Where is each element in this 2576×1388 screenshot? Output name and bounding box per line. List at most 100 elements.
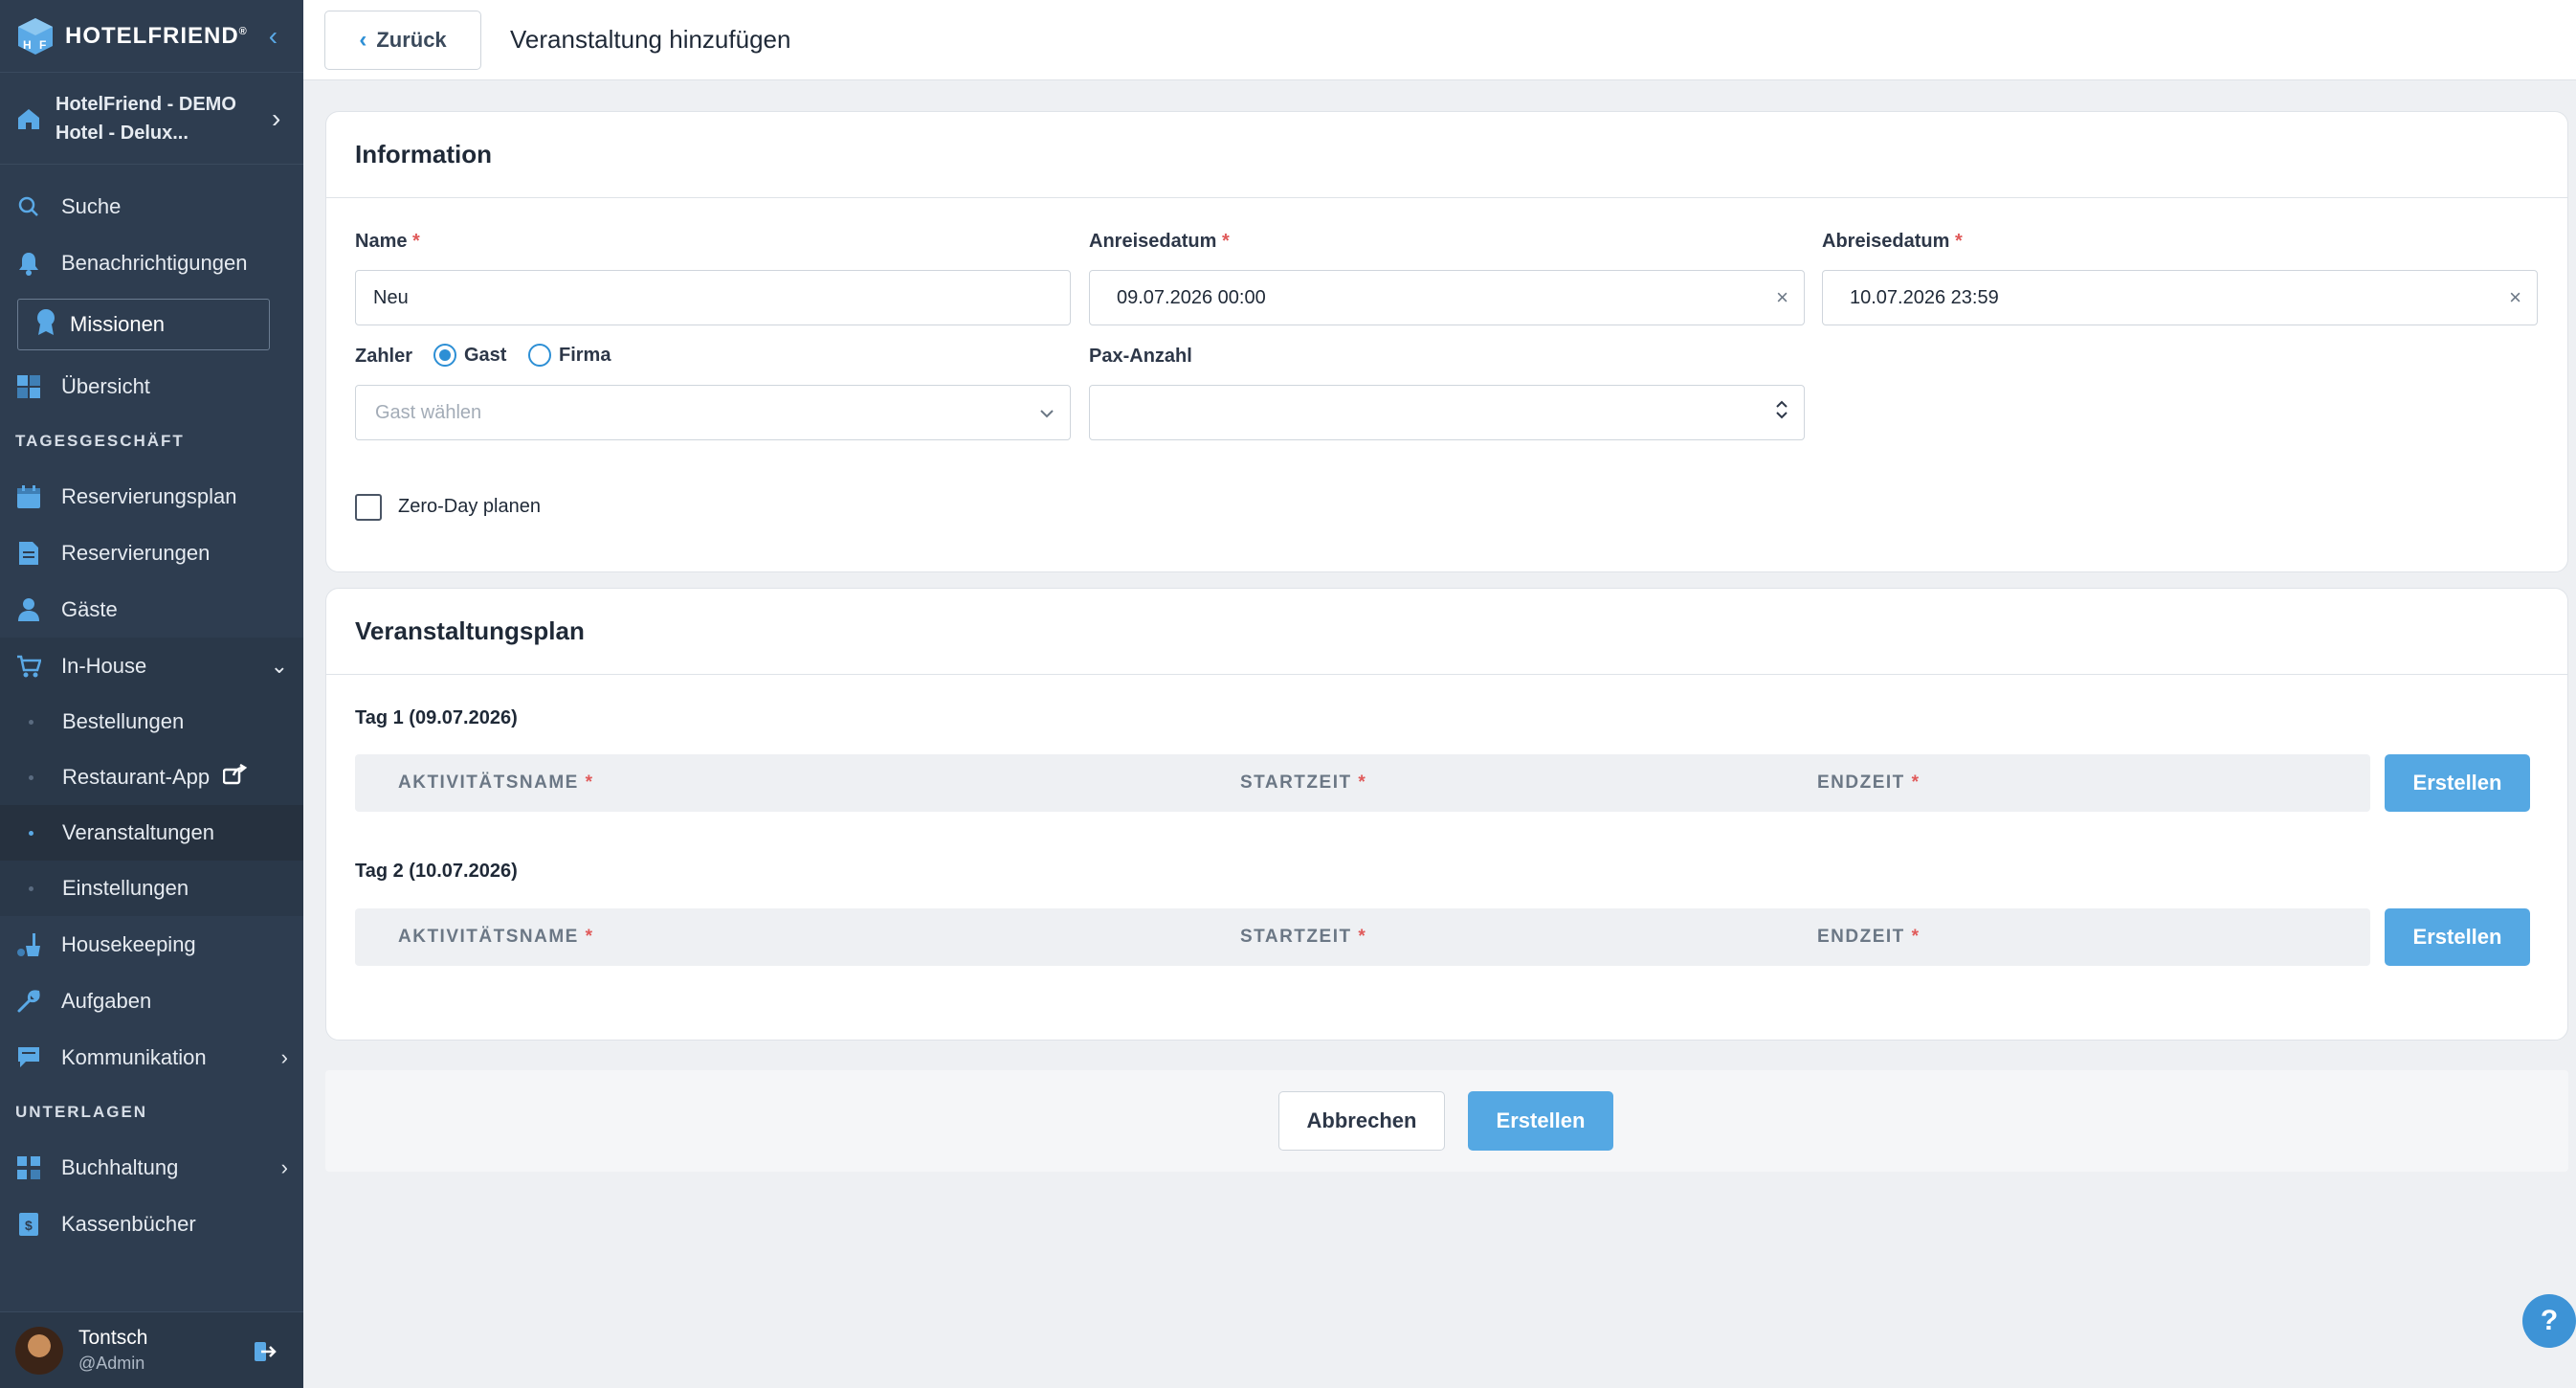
user-name: Tontsch (78, 1327, 148, 1349)
event-plan-card: Veranstaltungsplan Tag 1 (09.07.2026) AK… (325, 588, 2568, 1041)
user-role: @Admin (78, 1354, 145, 1373)
sidebar-item-reservations[interactable]: Reservierungen (0, 525, 303, 581)
column-start-time: STARTZEIT * (1240, 772, 1367, 793)
book-icon: $ (15, 1211, 42, 1238)
clear-icon[interactable]: × (2509, 285, 2521, 310)
sidebar-item-search[interactable]: Suche (0, 178, 303, 235)
search-icon (15, 193, 42, 220)
sidebar-subitem-restaurant-app[interactable]: Restaurant-App (0, 750, 303, 805)
hotel-selector[interactable]: HotelFriend - DEMO Hotel - Delux... › (0, 73, 303, 165)
section-label-daily: TAGESGESCHÄFT (15, 432, 185, 450)
create-activity-day-2-button[interactable]: Erstellen (2385, 908, 2530, 966)
sidebar-subitem-settings[interactable]: Einstellungen (0, 861, 303, 916)
sidebar-subitem-events[interactable]: Veranstaltungen (0, 805, 303, 861)
sidebar-item-label: Aufgaben (61, 988, 152, 1013)
sidebar-item-notifications[interactable]: Benachrichtigungen (0, 235, 303, 291)
top-bar: ‹ Zurück Veranstaltung hinzufügen (303, 0, 2576, 80)
user-profile[interactable]: Tontsch @Admin (0, 1311, 303, 1388)
guest-select[interactable]: Gast wählen (355, 385, 1071, 440)
day-1-label: Tag 1 (09.07.2026) (355, 707, 518, 728)
payer-radio-guest[interactable]: Gast (433, 344, 506, 367)
sidebar-item-label: Suche (61, 193, 122, 218)
hotelfriend-logo-icon: H F (18, 17, 53, 55)
section-label-documents: UNTERLAGEN (15, 1103, 148, 1121)
sidebar-item-label: Buchhaltung (61, 1154, 179, 1179)
information-title: Information (326, 112, 2567, 198)
chevron-right-icon: › (280, 1044, 288, 1069)
sidebar-item-label: Reservierungen (61, 540, 211, 565)
svg-text:F: F (39, 38, 46, 52)
sidebar-item-label: Housekeeping (61, 931, 196, 956)
pax-label: Pax-Anzahl (1089, 346, 1192, 367)
sidebar-item-communication[interactable]: Kommunikation › (0, 1029, 303, 1086)
logo-text: HOTELFRIEND® (65, 22, 248, 49)
radio-unchecked-icon (528, 344, 551, 367)
day-2-label: Tag 2 (10.07.2026) (355, 861, 518, 882)
departure-date-input[interactable]: 10.07.2026 23:59 × (1822, 270, 2538, 325)
zero-day-checkbox[interactable] (355, 494, 382, 521)
activity-table-header: AKTIVITÄTSNAME * STARTZEIT * ENDZEIT * (355, 754, 2370, 812)
sidebar-subitem-orders[interactable]: Bestellungen (0, 694, 303, 750)
dashboard-icon (15, 373, 42, 400)
chevron-right-icon: › (280, 1154, 288, 1179)
clear-icon[interactable]: × (1776, 285, 1788, 310)
broom-icon (15, 931, 42, 958)
svg-text:$: $ (25, 1218, 33, 1233)
payer-radio-company[interactable]: Firma (528, 344, 611, 367)
sidebar-item-accounting[interactable]: Buchhaltung › (0, 1139, 303, 1196)
arrival-date-input[interactable]: 09.07.2026 00:00 × (1089, 270, 1805, 325)
form-actions: Abbrechen Erstellen (325, 1070, 2568, 1172)
sidebar-item-reservation-plan[interactable]: Reservierungsplan (0, 468, 303, 525)
payer-label: Zahler (355, 346, 413, 367)
sidebar-item-inhouse[interactable]: In-House ⌄ (0, 638, 303, 694)
radio-checked-icon (433, 344, 456, 367)
column-end-time: ENDZEIT * (1817, 772, 1921, 793)
document-icon (15, 540, 42, 567)
cancel-button[interactable]: Abbrechen (1278, 1091, 1445, 1151)
sidebar-item-overview[interactable]: Übersicht (0, 358, 303, 414)
stepper-icon[interactable] (1775, 398, 1788, 427)
avatar (15, 1326, 63, 1375)
missions-button[interactable]: Missionen (17, 299, 270, 350)
page-title: Veranstaltung hinzufügen (510, 25, 791, 54)
bullet-icon (29, 719, 33, 725)
zero-day-label: Zero-Day planen (398, 496, 541, 517)
arrival-label: Anreisedatum * (1089, 231, 1230, 252)
svg-text:H: H (23, 38, 32, 52)
pax-count-input[interactable] (1089, 385, 1805, 440)
sidebar-item-label: Gäste (61, 596, 118, 621)
collapse-sidebar-icon[interactable]: ‹ (269, 21, 278, 52)
chevron-down-icon: ⌄ (270, 653, 288, 678)
sidebar-item-label: Benachrichtigungen (61, 250, 248, 275)
award-icon (33, 307, 58, 342)
wrench-icon (15, 988, 42, 1015)
departure-label: Abreisedatum * (1822, 231, 1963, 252)
bell-icon (15, 250, 42, 277)
user-icon (15, 596, 42, 623)
create-activity-day-1-button[interactable]: Erstellen (2385, 754, 2530, 812)
sidebar-item-cashbooks[interactable]: $ Kassenbücher (0, 1196, 303, 1252)
help-icon[interactable]: ? (2522, 1294, 2576, 1348)
sidebar-item-tasks[interactable]: Aufgaben (0, 973, 303, 1029)
hotel-name: HotelFriend - DEMO Hotel - Delux... (56, 93, 236, 144)
bullet-icon (29, 774, 33, 780)
sidebar-item-label: Reservierungsplan (61, 483, 237, 508)
sidebar-item-housekeeping[interactable]: Housekeeping (0, 916, 303, 973)
chevron-left-icon: ‹ (359, 26, 367, 53)
external-link-icon (222, 763, 248, 791)
create-event-button[interactable]: Erstellen (1468, 1091, 1613, 1151)
home-icon (18, 108, 39, 129)
name-input[interactable]: Neu (355, 270, 1071, 325)
sidebar-item-guests[interactable]: Gäste (0, 581, 303, 638)
calendar-icon (15, 483, 42, 510)
name-label: Name * (355, 231, 420, 252)
bullet-icon (29, 830, 33, 836)
cart-icon (15, 653, 42, 680)
chevron-right-icon: › (272, 102, 281, 133)
sidebar-header: H F HOTELFRIEND® ‹ (0, 0, 303, 73)
bullet-icon (29, 885, 33, 891)
column-activity-name: AKTIVITÄTSNAME * (398, 927, 594, 947)
sidebar-item-label: Übersicht (61, 373, 150, 398)
back-button[interactable]: ‹ Zurück (324, 10, 481, 70)
logout-icon[interactable] (254, 1341, 277, 1367)
